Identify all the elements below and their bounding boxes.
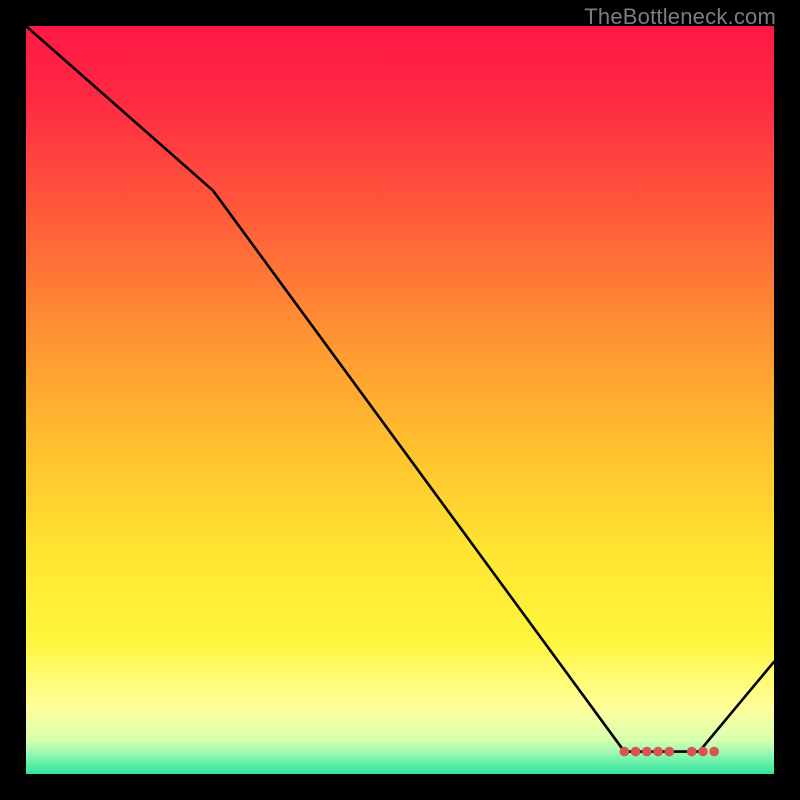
- watermark-text: TheBottleneck.com: [584, 4, 776, 30]
- chart-frame: [26, 26, 774, 774]
- gradient-background: [26, 26, 774, 774]
- plot-area: [26, 26, 774, 774]
